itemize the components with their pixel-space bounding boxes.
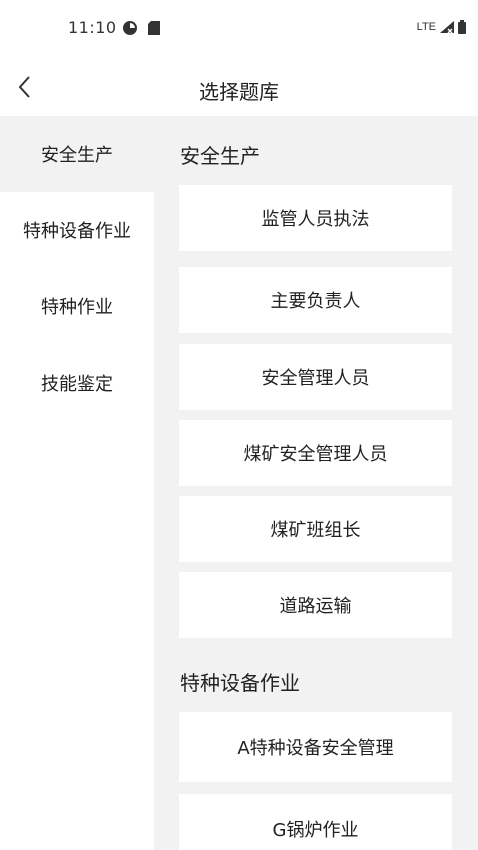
sidebar-item-label: 安全生产 xyxy=(41,145,113,166)
list-item[interactable]: 安全管理人员 xyxy=(179,344,452,410)
section-title: 安全生产 xyxy=(180,144,260,168)
status-time: 11:10 xyxy=(68,18,117,37)
list-item-label: 主要负责人 xyxy=(270,291,361,312)
list-item[interactable]: 煤矿班组长 xyxy=(179,496,452,562)
signal-icon xyxy=(440,21,454,33)
sidebar-item-special-operations[interactable]: 特种作业 xyxy=(0,268,154,344)
list-item-label: 煤矿班组长 xyxy=(270,520,361,541)
page-title: 选择题库 xyxy=(199,80,279,104)
list-item[interactable]: 道路运输 xyxy=(179,572,452,638)
list-item-label: 道路运输 xyxy=(279,596,352,617)
sd-card-icon xyxy=(148,21,160,35)
sidebar-item-special-equipment[interactable]: 特种设备作业 xyxy=(0,192,154,268)
category-sidebar: 安全生产 特种设备作业 特种作业 技能鉴定 xyxy=(0,116,154,850)
list-item-label: 监管人员执法 xyxy=(261,209,370,230)
sidebar-item-label: 技能鉴定 xyxy=(41,374,113,395)
list-item-label: G锅炉作业 xyxy=(272,820,359,841)
list-item[interactable]: 监管人员执法 xyxy=(179,185,452,251)
list-item-label: 安全管理人员 xyxy=(261,368,370,389)
status-bar: 11:10 LTE xyxy=(0,0,478,58)
section-title: 特种设备作业 xyxy=(180,671,300,695)
question-bank-list: 安全生产 监管人员执法 主要负责人 安全管理人员 煤矿安全管理人员 煤矿班组长 … xyxy=(154,116,478,850)
list-item[interactable]: A特种设备安全管理 xyxy=(179,712,452,782)
app-bar: 选择题库 xyxy=(0,58,478,116)
battery-icon xyxy=(458,20,466,34)
sidebar-item-label: 特种设备作业 xyxy=(23,221,131,242)
sidebar-item-label: 特种作业 xyxy=(41,297,113,318)
list-item[interactable]: G锅炉作业 xyxy=(179,794,452,850)
data-saver-icon xyxy=(123,21,137,35)
list-item-label: 煤矿安全管理人员 xyxy=(243,444,388,465)
list-item-label: A特种设备安全管理 xyxy=(237,738,394,759)
list-item[interactable]: 主要负责人 xyxy=(179,267,452,333)
status-right: LTE xyxy=(417,20,466,34)
network-type: LTE xyxy=(416,21,436,33)
sidebar-item-safety-production[interactable]: 安全生产 xyxy=(0,116,154,192)
sidebar-item-skill-appraisal[interactable]: 技能鉴定 xyxy=(0,344,154,850)
list-item[interactable]: 煤矿安全管理人员 xyxy=(179,420,452,486)
